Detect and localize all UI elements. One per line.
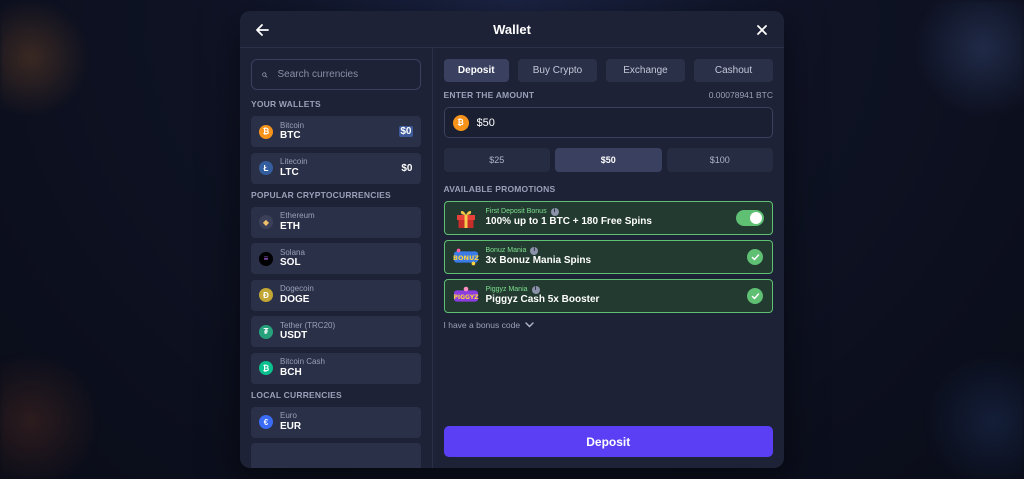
btc-equivalent: 0.00078941 BTC — [708, 90, 773, 100]
amount-field[interactable]: ₿ — [443, 107, 773, 138]
coin-name: Ethereum — [280, 211, 315, 221]
amount-presets: $25 $50 $100 — [443, 148, 773, 172]
local-currencies-heading: LOCAL CURRENCIES — [251, 389, 342, 400]
tab-buy-crypto[interactable]: Buy Crypto — [518, 59, 597, 82]
wallet-row-ltc[interactable]: Ł Litecoin LTC $0 — [251, 152, 421, 184]
amount-header: ENTER THE AMOUNT 0.00078941 BTC — [444, 90, 774, 100]
wallet-row-btc[interactable]: ₿ Bitcoin BTC $0 — [251, 116, 421, 147]
bonus-code-toggle[interactable]: I have a bonus code — [444, 320, 774, 330]
preset-50-button[interactable]: $50 — [555, 148, 662, 172]
wallet-modal: Wallet YOUR WALLETS ₿ Bitcoin BTC — [240, 11, 784, 468]
arrow-left-icon — [256, 24, 269, 36]
euro-icon: € — [259, 415, 273, 429]
chevron-down-icon — [525, 322, 534, 328]
gift-icon — [453, 206, 479, 230]
modal-title: Wallet — [493, 21, 531, 37]
promo-title: First Deposit Bonus — [485, 207, 547, 215]
search-icon — [262, 72, 268, 78]
check-icon[interactable] — [747, 249, 763, 265]
info-icon[interactable]: i — [530, 246, 539, 255]
promo-title: Piggyz Mania — [485, 285, 528, 293]
coin-balance: $0 — [401, 162, 413, 174]
coin-name: Bitcoin Cash — [280, 357, 325, 367]
promo-bonuz-mania[interactable]: BONUZ Bonuz Mania i 3x Bonuz Mania Spins — [443, 240, 773, 274]
coin-code: USDT — [280, 330, 308, 342]
promo-toggle[interactable] — [736, 210, 764, 226]
coin-name: Solana — [280, 247, 305, 257]
tab-deposit[interactable]: Deposit — [443, 59, 509, 82]
info-icon[interactable]: i — [550, 207, 559, 216]
bitcoin-icon: ₿ — [259, 124, 273, 139]
coin-name: Dogecoin — [280, 284, 314, 294]
bitcoin-icon: ₿ — [452, 114, 469, 131]
currency-panel: YOUR WALLETS ₿ Bitcoin BTC $0 Ł Litecoin… — [240, 48, 433, 468]
promo-description: Piggyz Cash 5x Booster — [485, 294, 600, 306]
tab-exchange[interactable]: Exchange — [606, 59, 685, 82]
deposit-panel: Deposit Buy Crypto Exchange Cashout ENTE… — [433, 48, 785, 468]
bitcoin-cash-icon: ₿ — [259, 361, 273, 375]
svg-text:PIGGYZ: PIGGYZ — [453, 294, 479, 301]
bonuz-mania-logo: BONUZ — [453, 245, 479, 269]
tether-icon: ₮ — [259, 324, 273, 339]
piggyz-mania-logo: PIGGYZ — [453, 284, 479, 308]
promo-piggyz-mania[interactable]: PIGGYZ Piggyz Mania i Piggyz Cash 5x Boos… — [443, 279, 773, 313]
deposit-button[interactable]: Deposit — [443, 426, 773, 457]
bonus-code-label: I have a bonus code — [443, 320, 521, 330]
promo-description: 100% up to 1 BTC + 180 Free Spins — [485, 216, 652, 228]
coin-name: Tether (TRC20) — [280, 320, 336, 330]
coin-code: EUR — [280, 420, 302, 432]
coin-code: SOL — [280, 257, 301, 269]
currency-row-doge[interactable]: Ð Dogecoin DOGE — [251, 279, 421, 311]
coin-name: Bitcoin — [280, 120, 305, 130]
info-icon[interactable]: i — [531, 285, 540, 294]
back-button[interactable] — [252, 20, 272, 40]
amount-label: ENTER THE AMOUNT — [443, 90, 535, 100]
litecoin-icon: Ł — [259, 161, 273, 175]
promotions-heading: AVAILABLE PROMOTIONS — [443, 184, 556, 194]
tab-cashout[interactable]: Cashout — [694, 59, 773, 82]
coin-code: DOGE — [280, 293, 310, 305]
search-box[interactable] — [251, 59, 421, 90]
coin-code: BTC — [280, 130, 301, 142]
modal-header: Wallet — [240, 11, 784, 48]
coin-code: ETH — [280, 220, 300, 232]
solana-icon: ≡ — [259, 251, 273, 266]
currency-row-bch[interactable]: ₿ Bitcoin Cash BCH — [251, 352, 421, 384]
dogecoin-icon: Ð — [259, 288, 273, 302]
ethereum-icon: ◆ — [259, 215, 273, 229]
promo-title: Bonuz Mania — [485, 246, 527, 254]
currency-row-partial[interactable] — [251, 443, 421, 468]
coin-name: Litecoin — [280, 157, 308, 167]
currency-row-eur[interactable]: € Euro EUR — [251, 406, 421, 438]
currency-row-sol[interactable]: ≡ Solana SOL — [251, 243, 421, 274]
currency-row-usdt[interactable]: ₮ Tether (TRC20) USDT — [251, 316, 421, 347]
coin-balance: $0 — [399, 126, 413, 137]
close-icon — [757, 25, 767, 35]
close-button[interactable] — [752, 20, 772, 40]
currency-row-eth[interactable]: ◆ Ethereum ETH — [251, 206, 421, 238]
preset-25-button[interactable]: $25 — [443, 148, 550, 172]
coin-code: LTC — [280, 166, 299, 178]
promo-first-deposit[interactable]: First Deposit Bonus i 100% up to 1 BTC + … — [443, 201, 773, 235]
check-icon[interactable] — [747, 288, 763, 304]
wallet-tabs: Deposit Buy Crypto Exchange Cashout — [443, 59, 773, 82]
search-input[interactable] — [277, 69, 410, 80]
your-wallets-heading: YOUR WALLETS — [251, 99, 321, 109]
promo-description: 3x Bonuz Mania Spins — [485, 255, 592, 267]
amount-input[interactable] — [476, 116, 677, 129]
preset-100-button[interactable]: $100 — [666, 148, 773, 172]
svg-text:BONUZ: BONUZ — [453, 254, 479, 262]
coin-code: BCH — [280, 366, 302, 378]
coin-name: Euro — [280, 411, 297, 421]
popular-crypto-heading: POPULAR CRYPTOCURRENCIES — [251, 189, 391, 200]
